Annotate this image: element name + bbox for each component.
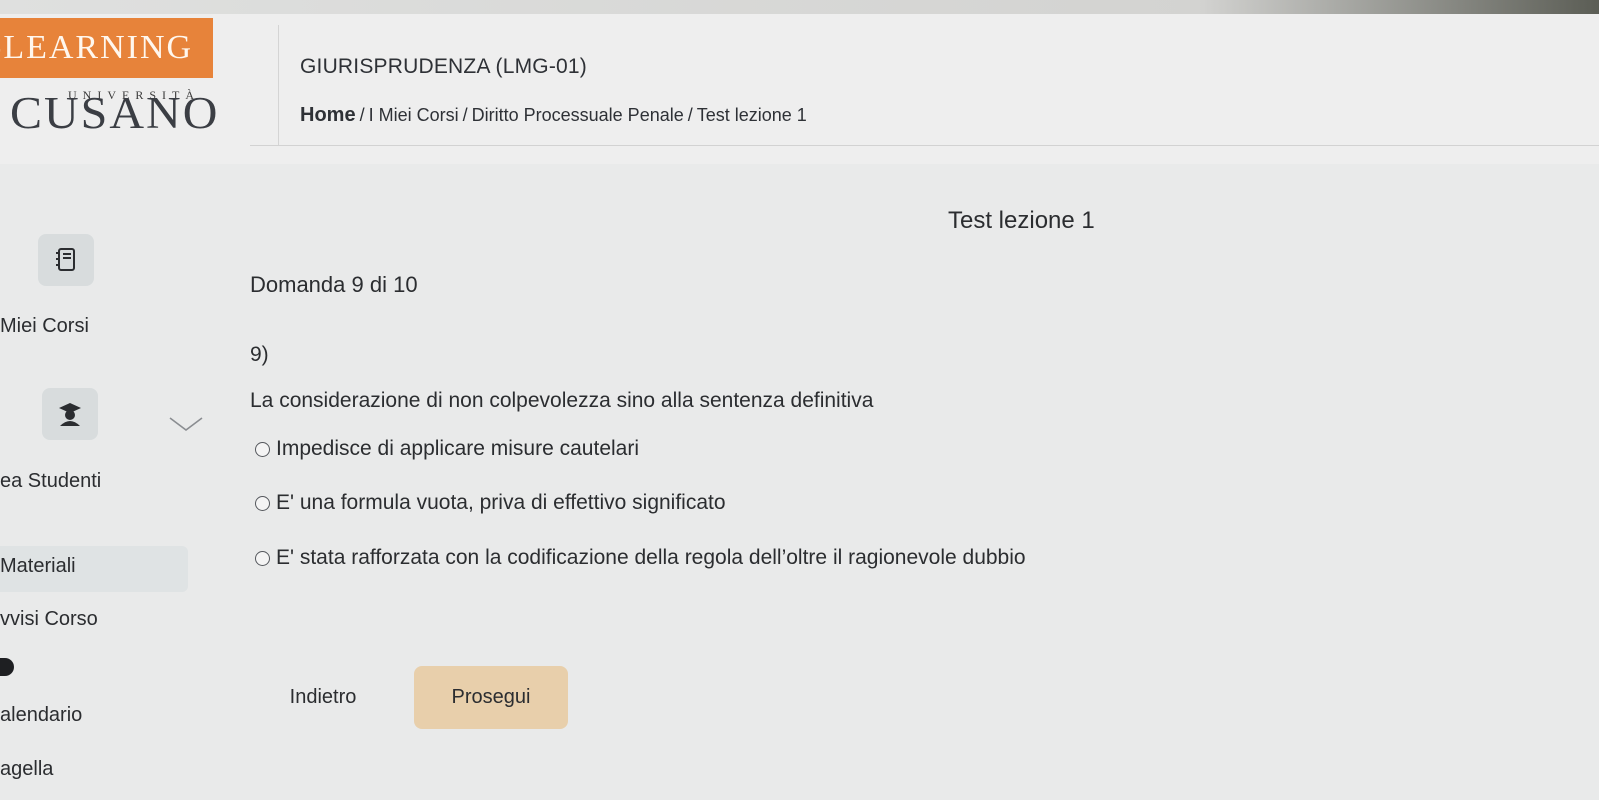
answer-option-label: Impedisce di applicare misure cautelari	[276, 437, 639, 460]
university-logo[interactable]: UNIVERSITÀ CUSANO	[10, 80, 240, 150]
sidebar-item-label: agella	[0, 758, 54, 780]
course-title: GIURISPRUDENZA (LMG-01)	[300, 55, 587, 78]
student-area-icon-button[interactable]	[42, 388, 98, 440]
sidebar-item-bacheca[interactable]: agella	[0, 758, 190, 781]
breadcrumb-course[interactable]: Diritto Processuale Penale	[472, 105, 684, 125]
radio-button[interactable]	[255, 550, 270, 566]
top-strip	[0, 0, 1599, 14]
university-name: CUSANO	[10, 88, 220, 139]
sidebar-item-student-area[interactable]: ea Studenti	[0, 470, 190, 493]
question-number: 9)	[250, 343, 269, 366]
breadcrumb-separator: /	[687, 105, 693, 125]
breadcrumb-my-courses[interactable]: I Miei Corsi	[369, 105, 459, 125]
radio-button[interactable]	[255, 495, 270, 511]
sidebar-item-label: vvisi Corso	[0, 608, 98, 630]
sidebar-scroll-indicator	[0, 658, 14, 676]
sidebar-item-course-notices[interactable]: vvisi Corso	[0, 608, 190, 631]
sidebar-item-label: Miei Corsi	[0, 315, 89, 337]
answer-option-3[interactable]: E' stata rafforzata con la codificazione…	[255, 546, 1026, 570]
next-button[interactable]: Prosegui	[414, 666, 568, 729]
answer-option-2[interactable]: E' una formula vuota, priva di effettivo…	[255, 491, 726, 515]
radio-button[interactable]	[255, 441, 270, 457]
question-count: Domanda 9 di 10	[250, 272, 418, 297]
test-title: Test lezione 1	[948, 207, 1095, 234]
sidebar-item-calendar[interactable]: alendario	[0, 704, 190, 727]
answer-option-label: E' stata rafforzata con la codificazione…	[276, 546, 1026, 569]
student-icon	[59, 403, 81, 426]
notebook-icon	[56, 248, 75, 271]
breadcrumb-home[interactable]: Home	[300, 104, 356, 126]
breadcrumb: Home / I Miei Corsi / Diritto Processuale Pe…	[300, 104, 807, 127]
answer-option-1[interactable]: Impedisce di applicare misure cautelari	[255, 437, 639, 461]
header-divider	[278, 25, 279, 145]
elearning-logo[interactable]: -LEARNING	[0, 18, 213, 78]
question-text: La considerazione di non colpevolezza si…	[250, 389, 874, 412]
back-button[interactable]: Indietro	[268, 666, 378, 729]
sidebar-item-label: alendario	[0, 704, 83, 726]
breadcrumb-separator: /	[462, 105, 468, 125]
breadcrumb-separator: /	[359, 105, 365, 125]
sidebar-item-materials[interactable]: Materiali	[0, 555, 190, 578]
answer-option-label: E' una formula vuota, priva di effettivo…	[276, 491, 726, 514]
sidebar-item-label: Materiali	[0, 555, 76, 577]
my-courses-icon-button[interactable]	[38, 234, 94, 286]
chevron-down-icon[interactable]	[168, 416, 204, 432]
breadcrumb-current: Test lezione 1	[696, 105, 807, 125]
header-rule	[250, 145, 1599, 146]
brand-label: -LEARNING	[0, 29, 194, 66]
sidebar-item-my-courses[interactable]: Miei Corsi	[0, 315, 190, 338]
sidebar-item-label: ea Studenti	[0, 470, 102, 492]
